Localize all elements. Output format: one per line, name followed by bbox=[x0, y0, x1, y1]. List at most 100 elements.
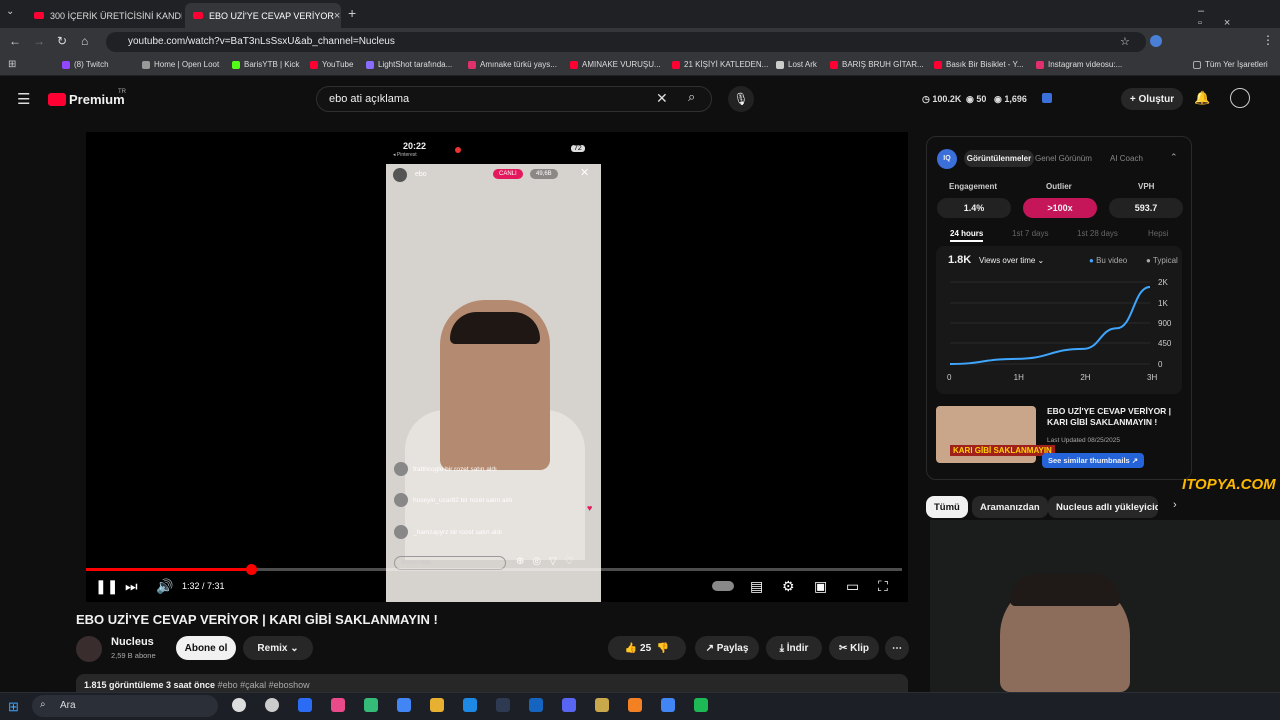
microphone-icon[interactable]: 🎙 bbox=[728, 86, 754, 112]
home-icon[interactable]: ⌂ bbox=[81, 34, 88, 48]
extension-icon[interactable] bbox=[1150, 35, 1162, 47]
share-button[interactable]: ↗ Paylaş bbox=[695, 636, 759, 660]
chip-from-search[interactable]: Aramanızdan bbox=[972, 496, 1048, 518]
download-button[interactable]: ⤓ İndir bbox=[766, 636, 822, 660]
bookmark-item[interactable]: YouTube bbox=[310, 60, 353, 69]
windows-start-icon[interactable]: ⊞ bbox=[8, 699, 19, 715]
panel-video-title: EBO UZİ'YE CEVAP VERİYOR | KARI GİBİ SAK… bbox=[1047, 406, 1172, 427]
tab-overview[interactable]: Genel Görünüm bbox=[1035, 154, 1092, 163]
more-icon[interactable]: ⋯ bbox=[885, 636, 909, 660]
window-controls[interactable]: –▫× bbox=[1198, 5, 1280, 29]
collapse-icon[interactable]: ⌃ bbox=[1170, 152, 1178, 163]
taskbar-app-icon[interactable] bbox=[331, 698, 345, 712]
bookmark-item[interactable]: Lost Ark bbox=[776, 60, 817, 69]
vidiq-icon[interactable] bbox=[1042, 93, 1052, 103]
star-icon[interactable]: ☆ bbox=[1120, 35, 1130, 48]
subtitles-icon[interactable]: ▤ bbox=[750, 578, 763, 595]
chip-all[interactable]: Tümü bbox=[926, 496, 968, 518]
bookmark-item[interactable]: (8) Twitch bbox=[62, 60, 109, 69]
youtube-logo-icon[interactable] bbox=[48, 93, 66, 106]
chevron-right-icon[interactable]: › bbox=[1173, 499, 1177, 511]
like-button[interactable]: 👍 25 👎 bbox=[608, 636, 686, 660]
hamburger-menu-icon[interactable]: ☰ bbox=[17, 90, 30, 108]
scrubber-handle[interactable] bbox=[245, 564, 257, 575]
taskbar-app-icon[interactable] bbox=[595, 698, 609, 712]
tab-2[interactable]: EBO UZİ'YE CEVAP VERİYOR × bbox=[185, 3, 341, 28]
taskbar-app-icon[interactable] bbox=[661, 698, 675, 712]
bookmark-item[interactable]: Amınake türkü yays... bbox=[468, 60, 557, 69]
hashtags[interactable]: #ebo #çakal #eboshow bbox=[218, 680, 310, 690]
taskbar-app-icon[interactable] bbox=[628, 698, 642, 712]
bookmark-label: Home | Open Loot bbox=[154, 60, 220, 69]
y-tick-label: 450 bbox=[1158, 339, 1172, 348]
outlier-value: >100x bbox=[1023, 198, 1097, 218]
taskbar-app-icon[interactable] bbox=[694, 698, 708, 712]
create-button[interactable]: + Oluştur bbox=[1121, 88, 1183, 110]
taskbar-app-icon[interactable] bbox=[496, 698, 510, 712]
url-field[interactable]: youtube.com/watch?v=BaT3nLsSsxU&ab_chann… bbox=[106, 32, 1146, 52]
search-input[interactable]: ebo ati açıklama bbox=[316, 86, 712, 112]
pause-icon[interactable]: ❚❚ bbox=[95, 578, 118, 595]
taskbar-app-icon[interactable] bbox=[562, 698, 576, 712]
back-icon[interactable]: ← bbox=[9, 34, 21, 48]
similar-thumbnails-button[interactable]: See similar thumbnails ↗ bbox=[1042, 453, 1145, 468]
channel-name[interactable]: Nucleus bbox=[111, 636, 154, 648]
bookmark-item[interactable]: Basık Bir Bisiklet - Y... bbox=[934, 60, 1024, 69]
taskbar-app-icon[interactable] bbox=[232, 698, 246, 712]
chip-uploader[interactable]: Nucleus adlı yükleyiciden bbox=[1048, 496, 1158, 518]
bookmark-item[interactable]: BarisYTB | Kick bbox=[232, 60, 299, 69]
taskbar-app-icon[interactable] bbox=[397, 698, 411, 712]
premium-logo[interactable]: Premium bbox=[69, 92, 125, 107]
bookmark-label: (8) Twitch bbox=[74, 60, 109, 69]
subscribe-button[interactable]: Abone ol bbox=[176, 636, 236, 660]
taskbar-app-icon[interactable] bbox=[430, 698, 444, 712]
legend-label: Typical bbox=[1152, 256, 1178, 265]
notifications-icon[interactable]: 🔔 bbox=[1194, 90, 1210, 106]
record-dot bbox=[455, 147, 461, 153]
bookmark-item[interactable]: AMINAKE VURUŞU... bbox=[570, 60, 661, 69]
taskbar-app-icon[interactable] bbox=[529, 698, 543, 712]
clip-button[interactable]: ✂ Klip bbox=[829, 636, 879, 660]
comment-avatar bbox=[394, 493, 408, 507]
bookmark-item[interactable]: LightShot tarafında... bbox=[366, 60, 452, 69]
forward-icon[interactable]: → bbox=[33, 34, 45, 48]
bookmark-item[interactable]: Instagram videosu:... bbox=[1036, 60, 1122, 69]
tab-search-icon[interactable]: ⌄ bbox=[6, 6, 14, 17]
avatar[interactable] bbox=[1230, 88, 1250, 108]
fullscreen-icon[interactable]: ⛶ bbox=[878, 578, 888, 595]
close-icon[interactable]: × bbox=[334, 10, 340, 22]
autoplay-toggle[interactable] bbox=[712, 581, 734, 591]
range-24h[interactable]: 24 hours bbox=[950, 229, 984, 242]
taskbar-search[interactable]: Ara bbox=[32, 695, 218, 717]
taskbar-app-icon[interactable] bbox=[364, 698, 378, 712]
taskbar-app-icon[interactable] bbox=[298, 698, 312, 712]
next-icon[interactable]: ⏭ bbox=[125, 578, 138, 595]
range-7d[interactable]: 1st 7 days bbox=[1012, 229, 1048, 238]
views-dropdown[interactable]: Views over time ⌄ bbox=[979, 256, 1044, 265]
tab-views[interactable]: Görüntülenmeler bbox=[964, 150, 1034, 167]
range-all[interactable]: Hepsi bbox=[1148, 229, 1168, 238]
remix-button[interactable]: Remix ⌄ bbox=[243, 636, 313, 660]
bookmark-item[interactable]: BARIŞ BRUH GİTAR... bbox=[830, 60, 924, 69]
bookmark-item[interactable]: Home | Open Loot bbox=[142, 60, 219, 69]
reload-icon[interactable]: ↻ bbox=[57, 34, 67, 48]
clear-search-icon[interactable]: ✕ bbox=[656, 90, 668, 107]
bookmark-icon bbox=[232, 60, 240, 69]
range-28d[interactable]: 1st 28 days bbox=[1077, 229, 1118, 238]
apps-icon[interactable]: ⊞ bbox=[8, 59, 16, 70]
menu-icon[interactable]: ⋮ bbox=[1262, 33, 1274, 47]
new-tab-button[interactable]: + bbox=[348, 5, 356, 21]
phone-time: 20:22 bbox=[403, 141, 427, 151]
volume-icon[interactable]: 🔊 bbox=[156, 578, 173, 595]
settings-gear-icon[interactable]: ⚙ bbox=[782, 578, 795, 595]
miniplayer-icon[interactable]: ▣ bbox=[814, 578, 827, 595]
channel-avatar[interactable] bbox=[76, 636, 102, 662]
tab-1[interactable]: 300 İÇERİK ÜRETİCİSİNİ KANDIR× bbox=[26, 3, 182, 28]
bookmark-item[interactable]: 21 KİŞİYİ KATLEDEN... bbox=[672, 60, 768, 69]
tab-ai-coach[interactable]: AI Coach bbox=[1110, 154, 1143, 163]
all-bookmarks[interactable]: Tüm Yer İşaretleri bbox=[1193, 60, 1268, 69]
taskbar-app-icon[interactable] bbox=[265, 698, 279, 712]
taskbar-app-icon[interactable] bbox=[463, 698, 477, 712]
search-icon[interactable]: ⌕ bbox=[688, 89, 695, 105]
theater-mode-icon[interactable]: ▭ bbox=[846, 578, 859, 595]
